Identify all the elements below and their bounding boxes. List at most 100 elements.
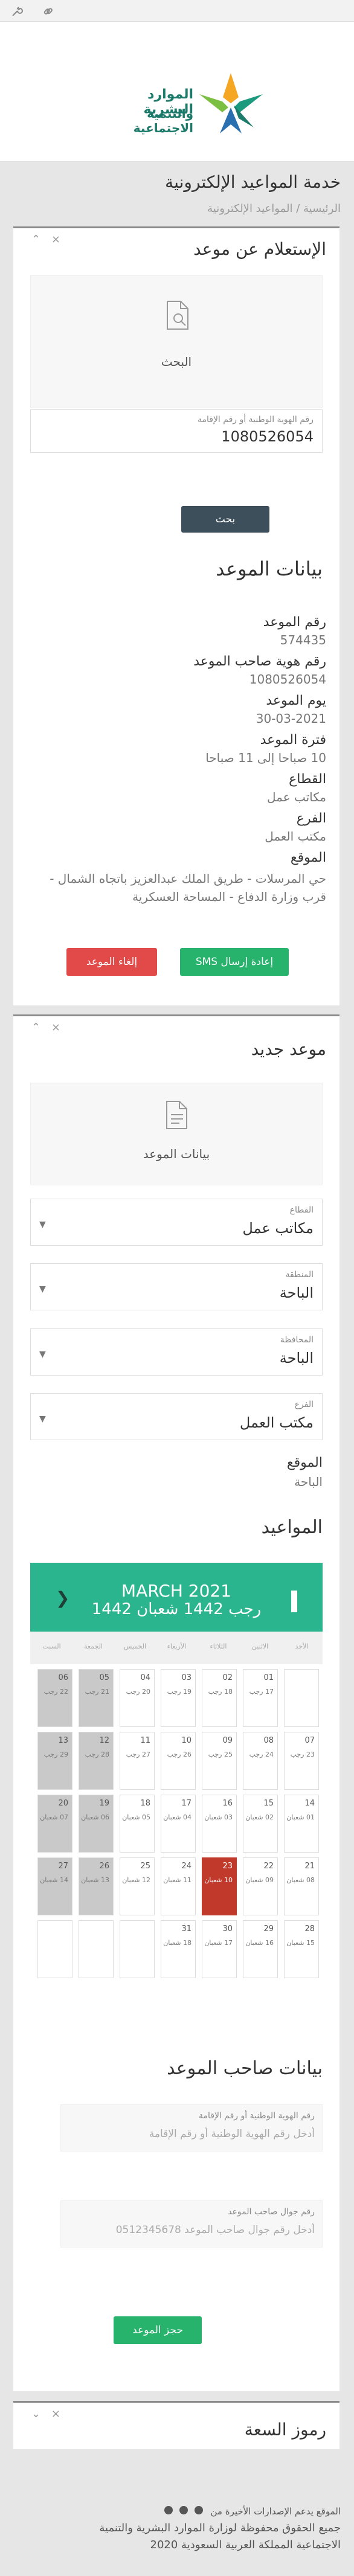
calendar-day[interactable]: 01 17 رجب (243, 1669, 278, 1727)
search-well: البحث (30, 275, 323, 408)
region-select[interactable]: المنطقة الباحة ▼ (30, 1263, 323, 1310)
governorate-select[interactable]: المحافظة الباحة ▼ (30, 1328, 323, 1376)
gregorian-day-number: 19 (99, 1799, 109, 1808)
calendar-day[interactable]: 17 04 شعبان (161, 1795, 196, 1853)
appointment-period-value: 10 صباحا إلى 11 صباحا (205, 751, 326, 765)
calendar-day[interactable]: 19 06 شعبان (79, 1795, 114, 1853)
hijri-day-label: 01 شعبان (286, 1813, 315, 1821)
calendar-day[interactable]: 05 21 رجب (79, 1669, 114, 1727)
calendar-day[interactable]: 23 10 شعبان (202, 1857, 237, 1915)
sector-select[interactable]: القطاع مكاتب عمل ▼ (30, 1199, 323, 1246)
logo-emblem-icon (199, 73, 263, 133)
close-icon[interactable]: × (51, 1021, 60, 1034)
calendar-day[interactable]: 31 18 شعبان (161, 1920, 196, 1978)
hijri-day-label: 10 شعبان (204, 1876, 233, 1884)
calendar-day[interactable]: 27 14 شعبان (37, 1857, 72, 1915)
chevron-down-icon[interactable]: ⌄ (31, 2408, 40, 2420)
hijri-day-label: 08 شعبان (286, 1876, 315, 1884)
gregorian-day-number: 14 (304, 1799, 315, 1808)
calendar-day[interactable]: 06 22 رجب (37, 1669, 72, 1727)
owner-mobile-field-label: رقم جوال صاحب الموعد (228, 2207, 315, 2217)
branch-select[interactable]: الفرع مكتب العمل ▼ (30, 1393, 323, 1440)
governorate-select-value: الباحة (279, 1350, 314, 1366)
hijri-day-label: 07 شعبان (40, 1813, 68, 1821)
hijri-day-label: 23 رجب (290, 1751, 315, 1758)
calendar: MARCH 2021 رجب 1442 شعبان 1442 ❮ الأحد ال… (30, 1563, 323, 1984)
document-icon (166, 1101, 187, 1129)
appointment-period-label: فترة الموعد (260, 732, 326, 748)
page-title: خدمة المواعيد الإلكترونية (165, 172, 341, 192)
gregorian-day-number: 26 (99, 1862, 109, 1871)
calendar-month-gregorian: MARCH 2021 (121, 1581, 232, 1601)
hijri-day-label: 29 رجب (43, 1751, 68, 1758)
calendar-day[interactable]: 29 16 شعبان (243, 1920, 278, 1978)
search-button[interactable]: بحث (181, 506, 269, 533)
appointment-day-label: يوم الموعد (266, 693, 326, 708)
owner-mobile-field[interactable]: رقم جوال صاحب الموعد أدخل رقم جوال صاحب … (60, 2200, 323, 2248)
copyright-line1: جميع الحقوق محفوظة لوزارة الموارد البشري… (99, 2522, 341, 2534)
close-icon[interactable]: × (51, 2408, 60, 2420)
calendar-day[interactable]: 02 18 رجب (202, 1669, 237, 1727)
browsers-note-text: الموقع يدعم الإصدارات الأخيرة من (210, 2506, 341, 2517)
calendar-day[interactable]: 07 23 رجب (284, 1732, 319, 1790)
hijri-day-label: 24 رجب (249, 1751, 274, 1758)
calendar-day[interactable]: 30 17 شعبان (202, 1920, 237, 1978)
ministry-logo[interactable]: الموارد البشرية والتنمية الاجتماعية (109, 70, 266, 136)
weekday-label: الأحد (295, 1642, 309, 1650)
gregorian-day-number: 16 (222, 1799, 233, 1808)
caret-down-icon: ▼ (39, 1220, 46, 1229)
appointment-number-value: 574435 (280, 633, 326, 647)
calendar-month-hijri: رجب 1442 شعبان 1442 (91, 1600, 262, 1618)
sector-select-value: مكاتب عمل (242, 1220, 314, 1237)
browsers-note: الموقع يدعم الإصدارات الأخيرة من (164, 2506, 341, 2517)
calendar-day[interactable]: 26 13 شعبان (79, 1857, 114, 1915)
close-icon[interactable]: × (51, 233, 60, 246)
calendar-day[interactable]: 10 26 رجب (161, 1732, 196, 1790)
calendar-day[interactable]: 09 25 رجب (202, 1732, 237, 1790)
gregorian-day-number: 12 (99, 1736, 109, 1745)
calendar-day[interactable]: 11 27 رجب (120, 1732, 155, 1790)
hijri-day-label: 13 شعبان (81, 1876, 109, 1884)
calendar-day[interactable]: 21 08 شعبان (284, 1857, 319, 1915)
hijri-day-label: 16 شعبان (245, 1939, 274, 1947)
caret-down-icon: ▼ (39, 1414, 46, 1424)
breadcrumb[interactable]: الرئيسية / المواعيد الإلكترونية (207, 202, 341, 215)
calendar-day[interactable]: 03 19 رجب (161, 1669, 196, 1727)
caret-down-icon: ▼ (39, 1350, 46, 1359)
calendar-days: 01 17 رجب 02 18 رجب 03 19 رجب 04 20 رجب 05 21 رجب… (30, 1664, 323, 1984)
calendar-day[interactable]: 25 12 شعبان (120, 1857, 155, 1915)
new-appointment-title: موعد جديد (251, 1039, 326, 1059)
prev-month-chevron-icon[interactable]: ❮ (56, 1588, 69, 1608)
calendar-day[interactable]: 15 02 شعبان (243, 1795, 278, 1853)
cancel-appointment-button[interactable]: إلغاء الموعد (66, 948, 157, 976)
calendar-day[interactable]: 18 05 شعبان (120, 1795, 155, 1853)
id-field[interactable]: رقم الهوية الوطنية أو رقم الإقامة 108052… (30, 409, 323, 453)
chevron-up-icon[interactable]: ⌃ (31, 233, 40, 246)
gregorian-day-number: 04 (140, 1673, 150, 1682)
appointment-data-title: بيانات الموعد (216, 557, 323, 580)
calendar-day[interactable]: 14 01 شعبان (284, 1795, 319, 1853)
firefox-icon (179, 2506, 188, 2514)
calendar-day[interactable]: 28 15 شعبان (284, 1920, 319, 1978)
calendar-day[interactable]: 04 20 رجب (120, 1669, 155, 1727)
link-icon[interactable] (42, 5, 54, 18)
hijri-day-label: 22 رجب (43, 1688, 68, 1696)
calendar-day[interactable]: 20 07 شعبان (37, 1795, 72, 1853)
calendar-day[interactable]: 22 09 شعبان (243, 1857, 278, 1915)
calendar-day[interactable]: 24 11 شعبان (161, 1857, 196, 1915)
book-appointment-button[interactable]: حجز الموعد (114, 2316, 202, 2344)
calendar-day[interactable]: 16 03 شعبان (202, 1795, 237, 1853)
chevron-up-icon[interactable]: ⌃ (31, 1021, 40, 1034)
owner-id-field[interactable]: رقم الهوية الوطنية أو رقم الإقامة أدخل ر… (60, 2104, 323, 2151)
chrome-icon (194, 2506, 203, 2514)
calendar-day[interactable]: 12 28 رجب (79, 1732, 114, 1790)
gregorian-day-number: 22 (263, 1862, 274, 1871)
calendar-day[interactable]: 13 29 رجب (37, 1732, 72, 1790)
resend-sms-button[interactable]: إعادة إرسال SMS (180, 948, 289, 976)
calendar-day[interactable]: 08 24 رجب (243, 1732, 278, 1790)
owner-id-value: 1080526054 (249, 672, 326, 687)
copyright-line2: الاجتماعية المملكة العربية السعودية 2020 (150, 2539, 341, 2551)
wrench-icon[interactable] (11, 5, 23, 18)
appointment-day-value: 30-03-2021 (256, 711, 326, 726)
owner-mobile-placeholder: أدخل رقم جوال صاحب الموعد 0512345678 (115, 2224, 315, 2236)
